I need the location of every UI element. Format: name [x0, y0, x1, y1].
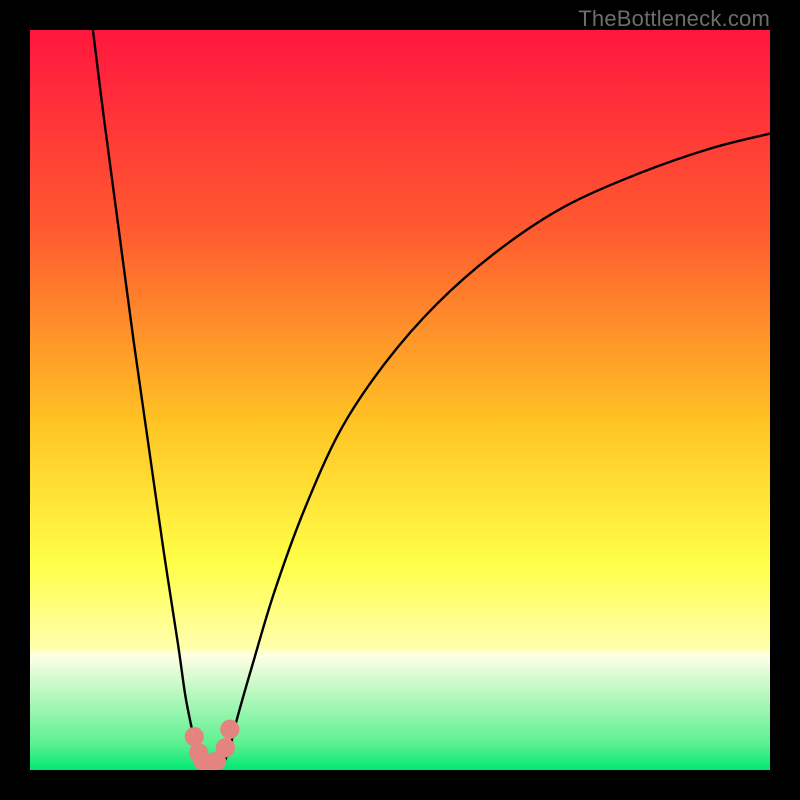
curve-right-branch: [222, 134, 770, 767]
curve-left-branch: [93, 30, 202, 766]
marker-cluster: [185, 720, 240, 770]
chart-frame: TheBottleneck.com: [0, 0, 800, 800]
attribution-text: TheBottleneck.com: [578, 6, 770, 32]
curves-layer: [30, 30, 770, 770]
plot-area: [30, 30, 770, 770]
marker-point: [220, 720, 239, 739]
marker-point: [185, 727, 204, 746]
marker-point: [216, 738, 235, 757]
